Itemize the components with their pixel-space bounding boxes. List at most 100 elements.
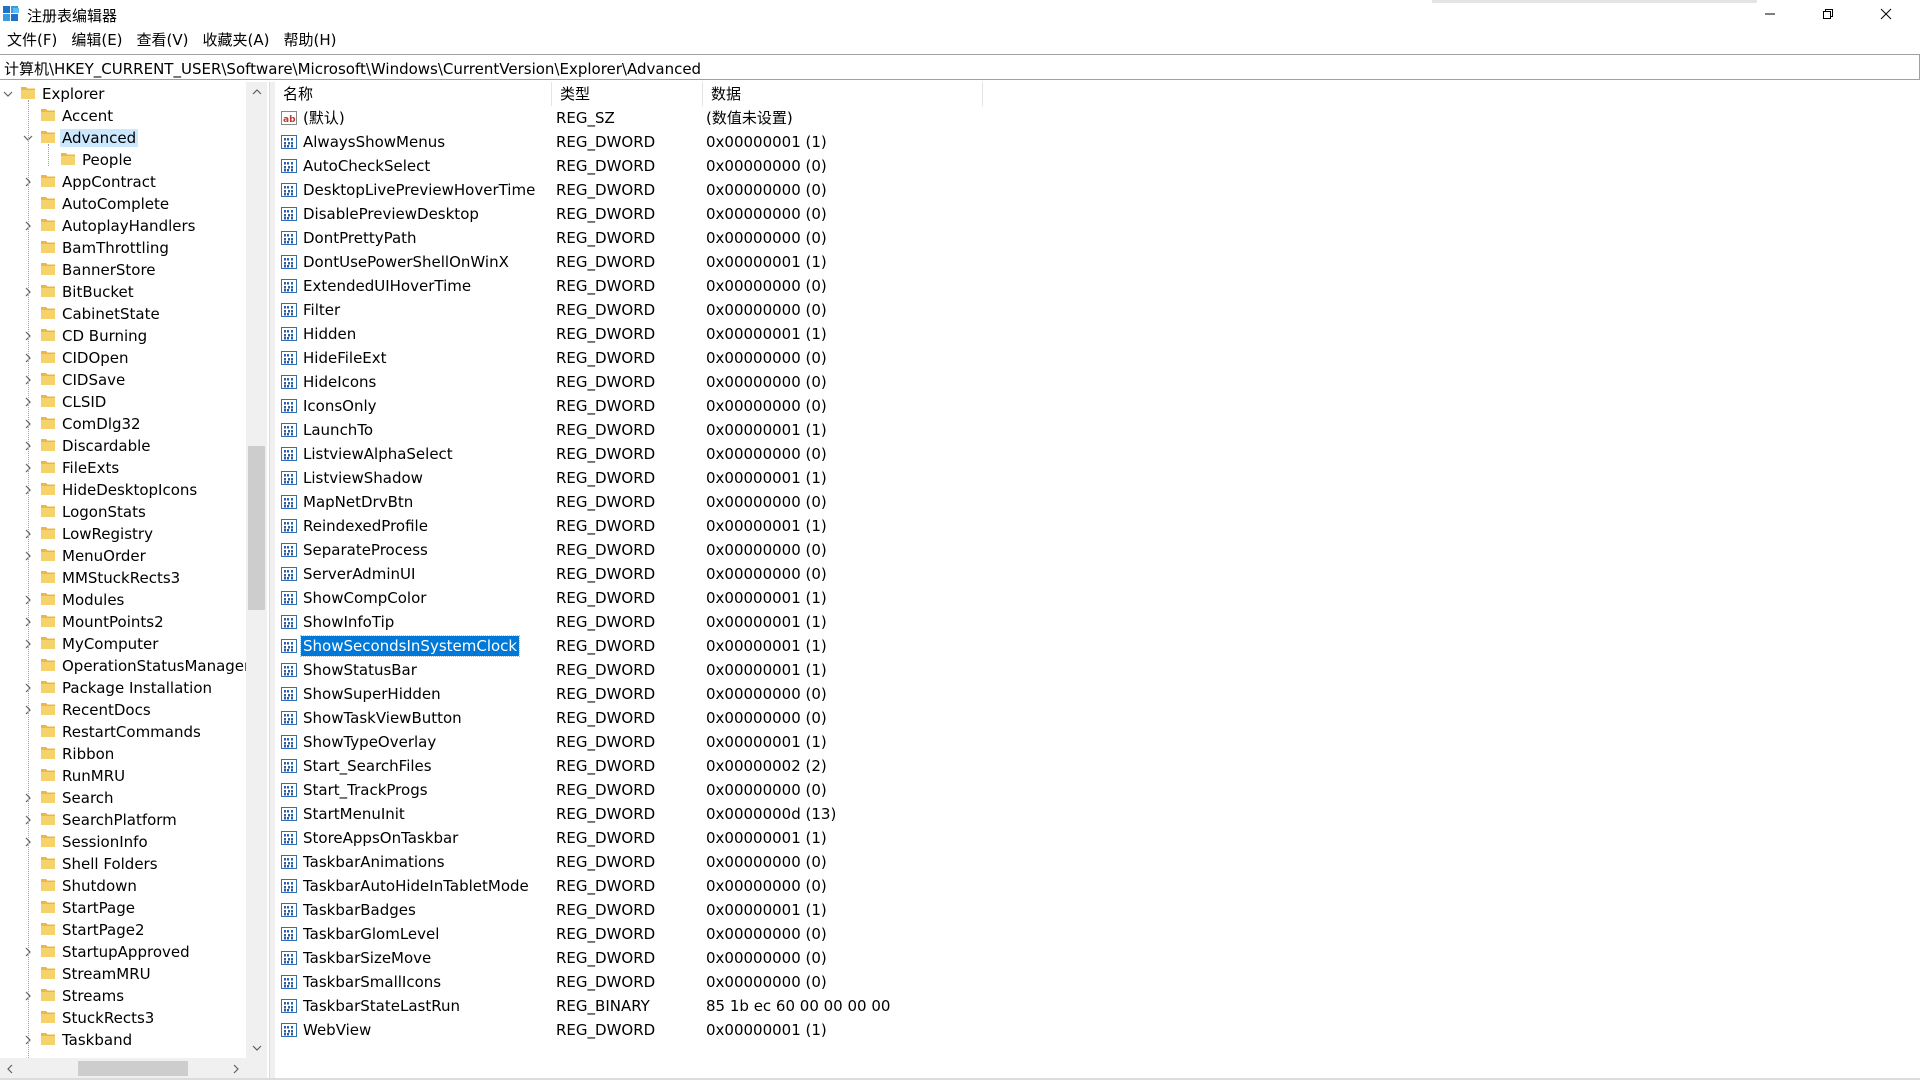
value-row[interactable]: Hidden REG_DWORD 0x00000001 (1) (275, 322, 1375, 346)
tree-item[interactable]: MenuOrder (0, 545, 246, 567)
value-row[interactable]: ReindexedProfile REG_DWORD 0x00000001 (1) (275, 514, 1375, 538)
value-row[interactable]: ShowSecondsInSystemClock REG_DWORD 0x00000… (275, 634, 1375, 658)
value-row[interactable]: DesktopLivePreviewHoverTime REG_DWORD 0x00… (275, 178, 1375, 202)
value-row[interactable]: Filter REG_DWORD 0x00000000 (0) (275, 298, 1375, 322)
value-row[interactable]: ListviewAlphaSelect REG_DWORD 0x00000000 (… (275, 442, 1375, 466)
tree-item[interactable]: CLSID (0, 391, 246, 413)
column-header-type[interactable]: 类型 (552, 82, 703, 106)
tree-item[interactable]: Shutdown (0, 875, 246, 897)
value-row[interactable]: DontUsePowerShellOnWinX REG_DWORD 0x000000… (275, 250, 1375, 274)
tree-item[interactable]: StartPage (0, 897, 246, 919)
tree-item[interactable]: Shell Folders (0, 853, 246, 875)
restore-button[interactable] (1799, 0, 1857, 28)
value-row[interactable]: ListviewShadow REG_DWORD 0x00000001 (1) (275, 466, 1375, 490)
tree-item[interactable]: Search (0, 787, 246, 809)
tree-item[interactable]: CabinetState (0, 303, 246, 325)
column-header-name[interactable]: 名称 (275, 82, 552, 106)
minimize-button[interactable] (1741, 0, 1799, 28)
value-row[interactable]: DontPrettyPath REG_DWORD 0x00000000 (0) (275, 226, 1375, 250)
value-row[interactable]: ExtendedUIHoverTime REG_DWORD 0x00000000 (… (275, 274, 1375, 298)
tree-item[interactable]: RecentDocs (0, 699, 246, 721)
tree-item[interactable]: StartPage2 (0, 919, 246, 941)
value-row[interactable]: SeparateProcess REG_DWORD 0x00000000 (0) (275, 538, 1375, 562)
value-row[interactable]: ab (默认) REG_SZ (数值未设置) (275, 106, 1375, 130)
tree-item[interactable]: Discardable (0, 435, 246, 457)
value-row[interactable]: TaskbarStateLastRun REG_BINARY 85 1b ec 60… (275, 994, 1375, 1018)
tree-item[interactable]: People (0, 149, 246, 171)
tree-item[interactable]: SessionInfo (0, 831, 246, 853)
tree-item[interactable]: StreamMRU (0, 963, 246, 985)
value-row[interactable]: Start_TrackProgs REG_DWORD 0x00000000 (0) (275, 778, 1375, 802)
value-row[interactable]: HideFileExt REG_DWORD 0x00000000 (0) (275, 346, 1375, 370)
scroll-right-arrow-icon[interactable] (226, 1058, 246, 1079)
value-row[interactable]: IconsOnly REG_DWORD 0x00000000 (0) (275, 394, 1375, 418)
value-row[interactable]: ShowTaskViewButton REG_DWORD 0x00000000 (0… (275, 706, 1375, 730)
value-row[interactable]: ShowStatusBar REG_DWORD 0x00000001 (1) (275, 658, 1375, 682)
value-row[interactable]: TaskbarGlomLevel REG_DWORD 0x00000000 (0) (275, 922, 1375, 946)
tree-item[interactable]: LogonStats (0, 501, 246, 523)
value-row[interactable]: TaskbarSmallIcons REG_DWORD 0x00000000 (0) (275, 970, 1375, 994)
tree-horizontal-scrollbar[interactable] (0, 1058, 246, 1079)
value-row[interactable]: StoreAppsOnTaskbar REG_DWORD 0x00000001 (1… (275, 826, 1375, 850)
menu-file[interactable]: 文件(F) (0, 28, 64, 52)
close-button[interactable] (1857, 0, 1915, 28)
tree-item[interactable]: HideDesktopIcons (0, 479, 246, 501)
tree-item[interactable]: RestartCommands (0, 721, 246, 743)
tree-item[interactable]: StartupApproved (0, 941, 246, 963)
key-tree-pane[interactable]: Explorer Accent Advanced People AppContract A… (0, 82, 270, 1080)
value-list-pane[interactable]: 名称 类型 数据 ab (默认) REG_SZ (数值未设置) AlwaysShowMe… (275, 82, 1920, 1080)
tree-item[interactable]: MMStuckRects3 (0, 567, 246, 589)
tree-vertical-scroll-thumb[interactable] (248, 446, 265, 610)
scroll-down-arrow-icon[interactable] (246, 1038, 267, 1058)
tree-item[interactable]: CD Burning (0, 325, 246, 347)
column-header-data[interactable]: 数据 (703, 82, 983, 106)
tree-item[interactable]: Explorer (0, 83, 246, 105)
menu-view[interactable]: 查看(V) (130, 28, 196, 52)
value-row[interactable]: AutoCheckSelect REG_DWORD 0x00000000 (0) (275, 154, 1375, 178)
menu-help[interactable]: 帮助(H) (276, 28, 343, 52)
tree-item[interactable]: Accent (0, 105, 246, 127)
value-row[interactable]: TaskbarSizeMove REG_DWORD 0x00000000 (0) (275, 946, 1375, 970)
tree-item[interactable]: SearchPlatform (0, 809, 246, 831)
tree-item[interactable]: RunMRU (0, 765, 246, 787)
scroll-up-arrow-icon[interactable] (246, 82, 267, 102)
tree-item[interactable]: BannerStore (0, 259, 246, 281)
value-row[interactable]: HideIcons REG_DWORD 0x00000000 (0) (275, 370, 1375, 394)
tree-vertical-scrollbar[interactable] (246, 82, 267, 1058)
tree-item[interactable]: CIDOpen (0, 347, 246, 369)
menu-edit[interactable]: 编辑(E) (64, 28, 129, 52)
tree-item[interactable]: FileExts (0, 457, 246, 479)
value-row[interactable]: ShowTypeOverlay REG_DWORD 0x00000001 (1) (275, 730, 1375, 754)
scroll-left-arrow-icon[interactable] (0, 1058, 20, 1079)
tree-item[interactable]: Streams (0, 985, 246, 1007)
tree-item[interactable]: AppContract (0, 171, 246, 193)
value-row[interactable]: AlwaysShowMenus REG_DWORD 0x00000001 (1) (275, 130, 1375, 154)
value-row[interactable]: Start_SearchFiles REG_DWORD 0x00000002 (2) (275, 754, 1375, 778)
value-row[interactable]: TaskbarBadges REG_DWORD 0x00000001 (1) (275, 898, 1375, 922)
tree-item[interactable]: Taskband (0, 1029, 246, 1051)
value-row[interactable]: ShowSuperHidden REG_DWORD 0x00000000 (0) (275, 682, 1375, 706)
value-row[interactable]: ShowInfoTip REG_DWORD 0x00000001 (1) (275, 610, 1375, 634)
value-row[interactable]: LaunchTo REG_DWORD 0x00000001 (1) (275, 418, 1375, 442)
tree-item[interactable]: Package Installation (0, 677, 246, 699)
value-row[interactable]: ShowCompColor REG_DWORD 0x00000001 (1) (275, 586, 1375, 610)
value-row[interactable]: MapNetDrvBtn REG_DWORD 0x00000000 (0) (275, 490, 1375, 514)
value-row[interactable]: TaskbarAnimations REG_DWORD 0x00000000 (0) (275, 850, 1375, 874)
tree-item[interactable]: AutoComplete (0, 193, 246, 215)
tree-item[interactable]: CIDSave (0, 369, 246, 391)
chevron-down-icon[interactable] (1, 86, 15, 102)
tree-horizontal-scroll-thumb[interactable] (78, 1061, 188, 1076)
tree-item[interactable]: MountPoints2 (0, 611, 246, 633)
tree-item[interactable]: Advanced (0, 127, 246, 149)
value-row[interactable]: ServerAdminUI REG_DWORD 0x00000000 (0) (275, 562, 1375, 586)
tree-item[interactable]: AutoplayHandlers (0, 215, 246, 237)
address-bar[interactable]: 计算机\HKEY_CURRENT_USER\Software\Microsoft… (0, 54, 1920, 80)
tree-item[interactable]: LowRegistry (0, 523, 246, 545)
value-row[interactable]: WebView REG_DWORD 0x00000001 (1) (275, 1018, 1375, 1042)
tree-item[interactable]: BitBucket (0, 281, 246, 303)
value-row[interactable]: TaskbarAutoHideInTabletMode REG_DWORD 0x00… (275, 874, 1375, 898)
tree-item[interactable]: MyComputer (0, 633, 246, 655)
tree-item[interactable]: OperationStatusManager (0, 655, 250, 677)
tree-item[interactable]: Modules (0, 589, 246, 611)
tree-item[interactable]: StuckRects3 (0, 1007, 246, 1029)
